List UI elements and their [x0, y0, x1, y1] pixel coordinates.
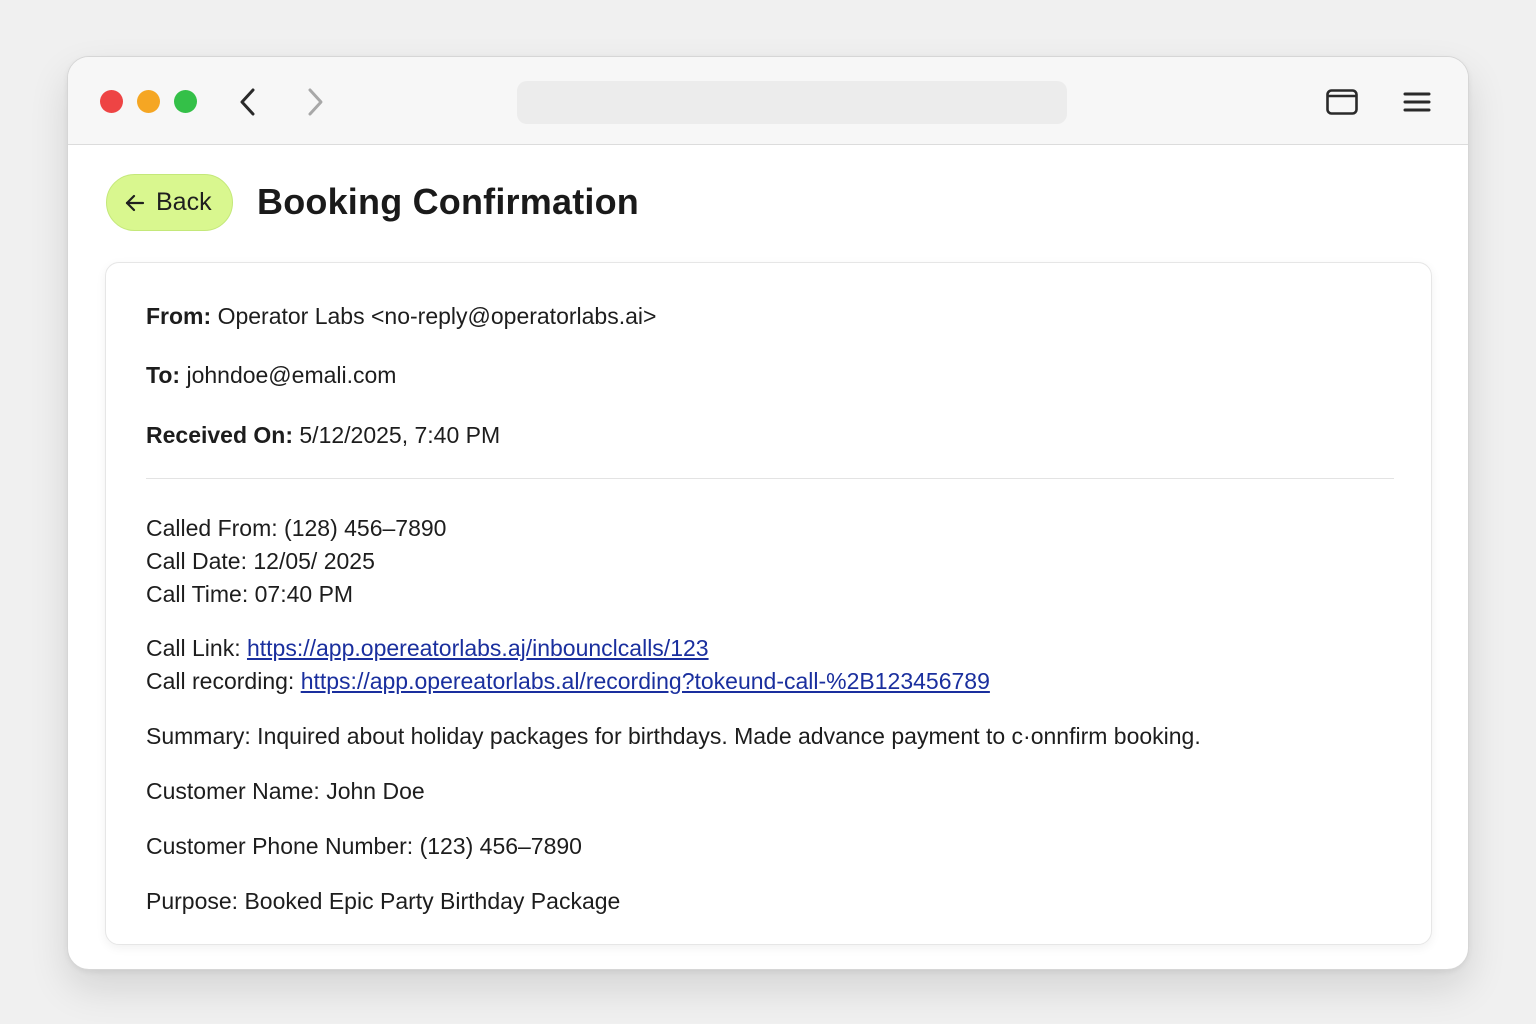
- received-value: 5/12/2025, 7:40 PM: [299, 422, 501, 448]
- back-button-label: Back: [156, 188, 212, 216]
- to-value: johndoe@emali.com: [186, 362, 397, 388]
- customer-phone: Customer Phone Number: (123) 456–7890: [146, 833, 582, 859]
- arrow-left-icon: [125, 194, 145, 211]
- to-label: To:: [146, 362, 181, 388]
- back-button[interactable]: Back: [106, 174, 233, 231]
- tab-overview-icon[interactable]: [1325, 87, 1359, 117]
- header-divider: [146, 478, 1394, 479]
- maximize-window-button[interactable]: [174, 90, 197, 113]
- from-label: From:: [146, 303, 212, 329]
- email-card: From: Operator Labs <no-reply@operatorla…: [105, 262, 1432, 945]
- minimize-window-button[interactable]: [137, 90, 160, 113]
- hamburger-menu-icon[interactable]: [1400, 87, 1434, 117]
- from-value: Operator Labs <no-reply@operatorlabs.ai>: [217, 303, 657, 329]
- summary: Summary: Inquired about holiday packages…: [146, 723, 1201, 749]
- chevron-left-icon[interactable]: [234, 85, 264, 119]
- close-window-button[interactable]: [100, 90, 123, 113]
- call-link[interactable]: https://app.opereatorlabs.aj/inbounclcal…: [247, 635, 709, 661]
- purpose: Purpose: Booked Epic Party Birthday Pack…: [146, 888, 621, 914]
- browser-titlebar: [68, 57, 1468, 145]
- call-link-row: Call Link: https://app.opereatorlabs.aj/…: [146, 633, 709, 663]
- call-recording-row: Call recording: https://app.opereatorlab…: [146, 666, 990, 696]
- page-title: Booking Confirmation: [257, 181, 639, 222]
- received-row: Received On: 5/12/2025, 7:40 PM: [146, 420, 500, 450]
- address-bar[interactable]: [517, 81, 1067, 124]
- call-recording-label: Call recording:: [146, 668, 301, 694]
- called-from: Called From: (128) 456–7890: [146, 515, 447, 541]
- call-recording-link[interactable]: https://app.opereatorlabs.al/recording?t…: [301, 668, 990, 694]
- call-time: Call Time: 07:40 PM: [146, 581, 354, 607]
- call-date: Call Date: 12/05/ 2025: [146, 548, 375, 574]
- to-row: To: johndoe@emali.com: [146, 360, 396, 390]
- from-row: From: Operator Labs <no-reply@operatorla…: [146, 301, 656, 331]
- browser-window: Back Booking Confirmation From: Operator…: [67, 56, 1469, 970]
- received-label: Received On:: [146, 422, 293, 448]
- chevron-right-icon[interactable]: [300, 85, 330, 119]
- call-link-label: Call Link:: [146, 635, 247, 661]
- customer-name: Customer Name: John Doe: [146, 778, 425, 804]
